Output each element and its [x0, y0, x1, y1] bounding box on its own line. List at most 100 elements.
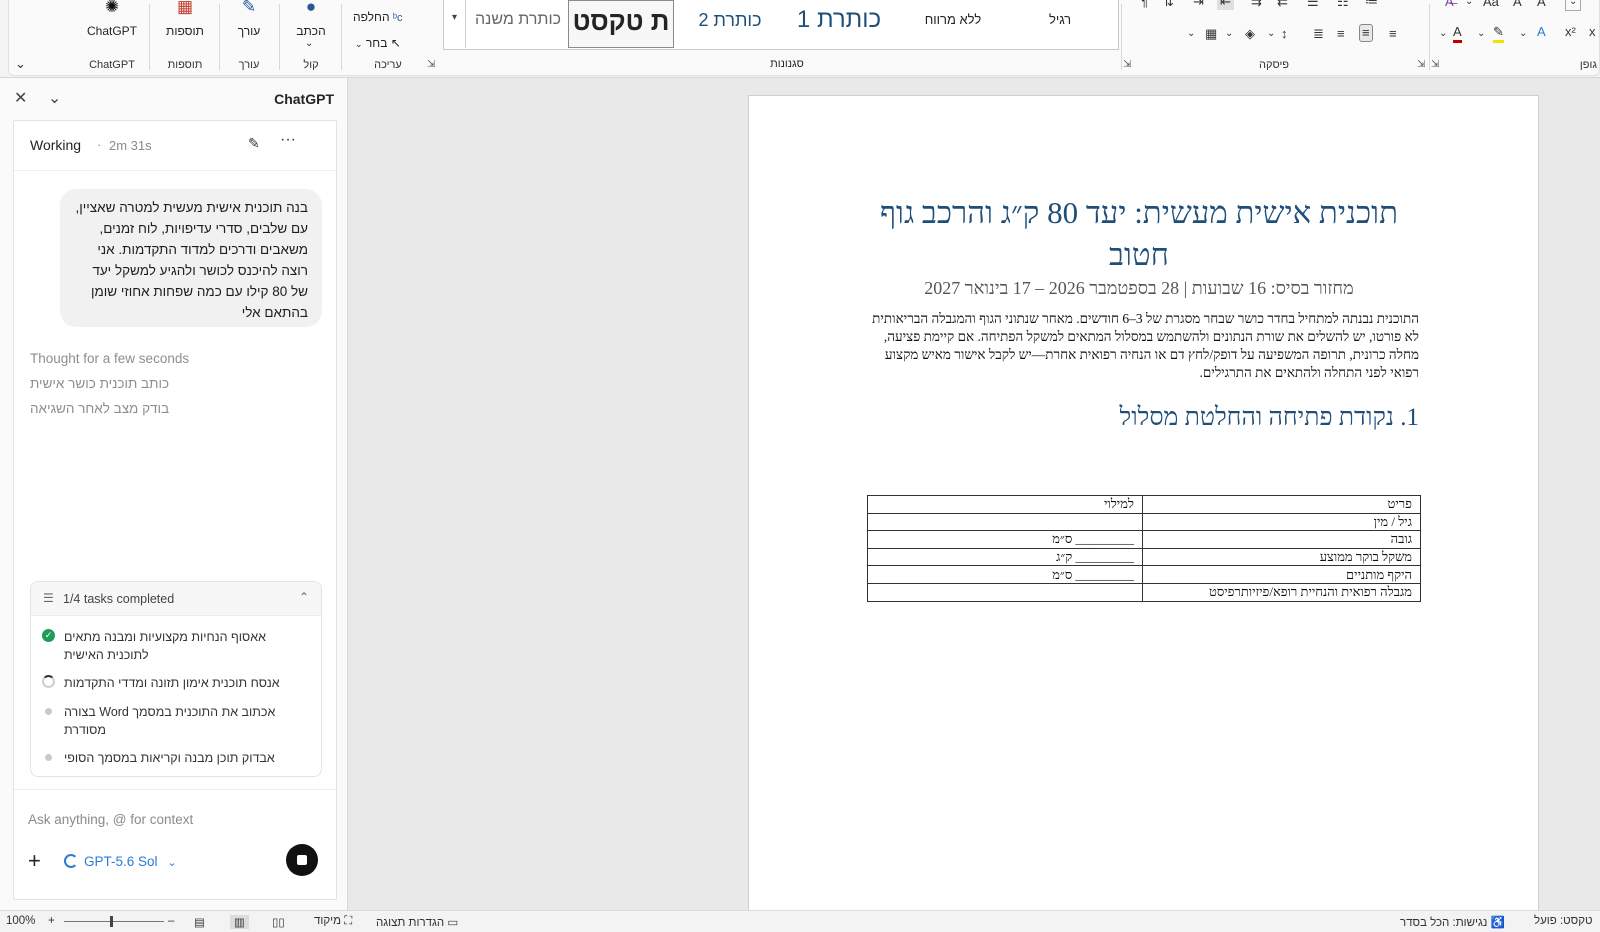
baseline-table[interactable]: פריט למילוי גיל / מין גובה _________ ס״מ…	[867, 495, 1421, 602]
chevron-down-icon[interactable]: ⌄	[1187, 26, 1195, 42]
multilevel-list-icon[interactable]: ☰	[1307, 0, 1319, 10]
style-title[interactable]: ת טקסט	[568, 0, 674, 48]
style-no-spacing[interactable]: ללא מרווח	[898, 0, 1008, 48]
chatgpt-button[interactable]: ✺ ChatGPT	[86, 0, 138, 52]
focus-button[interactable]: מיקוד ⛶	[314, 915, 352, 928]
editing-dialog-launcher-icon[interactable]: ⇲	[427, 59, 435, 70]
ribbon-collapse-icon[interactable]: ⌄	[15, 56, 26, 72]
pane-header: ✕ ⌄ ChatGPT	[0, 78, 348, 122]
addins-group: ▦ תוספות תוספות	[155, 0, 215, 76]
addins-icon: ▦	[176, 0, 194, 16]
print-layout-icon[interactable]: ▥	[230, 915, 249, 929]
chevron-down-icon[interactable]: ⌄	[48, 90, 61, 107]
read-mode-icon[interactable]: ▯▯	[272, 915, 285, 929]
select-cursor-icon: ↖	[390, 36, 401, 50]
decrease-indent-icon[interactable]: ⇇	[1277, 0, 1288, 10]
stop-button[interactable]	[286, 844, 318, 876]
zoom-level[interactable]: 100%	[6, 915, 35, 927]
check-circle-icon: ✓	[42, 629, 55, 642]
chevron-down-icon[interactable]: ⌄	[1465, 0, 1473, 10]
grow-font-icon[interactable]: A	[1537, 0, 1546, 10]
editor-button[interactable]: ✎ עורך	[223, 0, 275, 52]
ltr-direction-icon[interactable]: ⇥	[1193, 0, 1204, 10]
chat-input[interactable]	[28, 812, 308, 827]
zoom-in-icon[interactable]: +	[48, 915, 55, 927]
font-size-box[interactable]: ⌄	[1565, 0, 1582, 11]
line-spacing-icon[interactable]: ↕	[1281, 26, 1288, 42]
ribbon-divider	[219, 4, 220, 70]
table-header-cell: פריט	[1142, 495, 1421, 514]
zoom-slider-thumb[interactable]	[110, 916, 113, 927]
chevron-down-icon[interactable]: ⌄	[1439, 26, 1447, 42]
style-subtitle[interactable]: כותרת משנה	[468, 0, 568, 48]
task-text: אנסח תוכנית אימון תזונה ומדדי התקדמות	[64, 676, 280, 690]
editor-group: ✎ עורך עורך	[223, 0, 275, 76]
text-effects-icon[interactable]: A	[1537, 24, 1546, 40]
addins-button[interactable]: ▦ תוספות	[159, 0, 211, 52]
borders-icon[interactable]: ▦	[1205, 26, 1217, 42]
select-button[interactable]: ⌄ בחר ↖	[355, 36, 401, 50]
chevron-down-icon[interactable]: ⌄	[1477, 26, 1485, 42]
replace-icon: ᵇc	[392, 12, 403, 24]
tasks-summary: 1/4 tasks completed	[63, 592, 175, 606]
align-left-icon[interactable]: ≡	[1337, 26, 1345, 42]
replace-button[interactable]: החלפה ᵇc	[353, 10, 403, 24]
chevron-down-icon[interactable]: ⌄	[1225, 26, 1233, 42]
add-attachment-button[interactable]: +	[28, 850, 41, 872]
thought-status[interactable]: Thought for a few seconds	[30, 351, 270, 366]
style-normal[interactable]: רגיל	[1010, 0, 1110, 48]
more-options-icon[interactable]: ···	[280, 131, 296, 149]
web-layout-icon[interactable]: ▤	[194, 915, 205, 929]
sort-icon[interactable]: ⇅	[1163, 0, 1174, 10]
dictate-button[interactable]: ● הכתב ⌄	[285, 0, 337, 52]
new-chat-icon[interactable]: ✎	[248, 135, 260, 152]
table-cell: _________ ק״ג	[867, 547, 1143, 567]
chevron-down-icon[interactable]: ⌄	[1267, 26, 1275, 42]
zoom-slider[interactable]	[64, 921, 164, 922]
ribbon-divider	[341, 4, 342, 70]
ribbon-divider	[1429, 4, 1430, 70]
close-icon[interactable]: ✕	[14, 90, 27, 107]
paragraph-dialog-launcher-icon[interactable]: ⇲	[1417, 59, 1425, 70]
table-cell: מגבלה רפואית והנחיית רופא/פיזיותרפיסט	[1142, 582, 1421, 602]
table-cell: גיל / מין	[1142, 512, 1421, 532]
style-heading-1[interactable]: כותרת 1	[784, 0, 894, 48]
styles-expand-button[interactable]: ▾	[444, 0, 466, 48]
change-case-icon[interactable]: Aa	[1483, 0, 1499, 10]
text-predictions-status[interactable]: טקסט: פועל	[1534, 915, 1593, 927]
microphone-icon: ●	[305, 0, 317, 16]
bullet-list-icon[interactable]: ≔	[1365, 0, 1378, 10]
style-heading-2[interactable]: כותרת 2	[680, 0, 780, 48]
ribbon-divider	[1121, 4, 1122, 70]
pane-title: ChatGPT	[274, 91, 334, 107]
numbered-list-icon[interactable]: ☷	[1337, 0, 1349, 10]
chevron-down-icon[interactable]: ⌄	[1519, 26, 1527, 42]
status-label: Working	[30, 137, 82, 153]
clear-formatting-icon[interactable]: A̶	[1445, 0, 1454, 10]
document-page[interactable]: תוכנית אישית מעשית: יעד 80 ק״ג והרכב גוף…	[748, 95, 1539, 910]
align-right-icon[interactable]: ≡	[1389, 26, 1397, 42]
table-row: גובה _________ ס״מ	[867, 530, 1421, 549]
status-separator: ·	[97, 137, 102, 152]
section-heading: 1. נקודת פתיחה והחלטת מסלול	[1119, 404, 1419, 431]
shading-icon[interactable]: ◈	[1245, 26, 1255, 42]
font-color-icon[interactable]: A	[1453, 24, 1462, 43]
align-center-icon[interactable]: ≡	[1359, 24, 1373, 42]
subscript-icon[interactable]: x	[1589, 24, 1596, 40]
font-dialog-launcher-icon[interactable]: ⇲	[1431, 59, 1439, 70]
justify-icon[interactable]: ≣	[1313, 26, 1324, 42]
highlight-icon[interactable]: ✎	[1493, 24, 1504, 43]
display-settings-button[interactable]: הגדרות תצוגה ▭	[376, 915, 458, 929]
zoom-out-icon[interactable]: –	[168, 915, 174, 927]
accessibility-status[interactable]: נגישות: הכל בסדר ♿	[1400, 915, 1505, 929]
show-marks-icon[interactable]: ¶	[1141, 0, 1148, 10]
model-selector[interactable]: GPT-5.6 Sol ⌄	[64, 854, 177, 869]
increase-indent-icon[interactable]: ⇉	[1251, 0, 1262, 10]
model-spinner-icon	[64, 854, 78, 868]
rtl-direction-icon[interactable]: ⇤	[1217, 0, 1234, 10]
group-label-addins: תוספות	[167, 59, 203, 71]
collapse-icon[interactable]: ⌃	[299, 590, 309, 604]
superscript-icon[interactable]: x²	[1565, 24, 1576, 40]
tasks-header[interactable]: ☰ 1/4 tasks completed ⌃	[31, 582, 321, 616]
shrink-font-icon[interactable]: A	[1513, 0, 1522, 10]
